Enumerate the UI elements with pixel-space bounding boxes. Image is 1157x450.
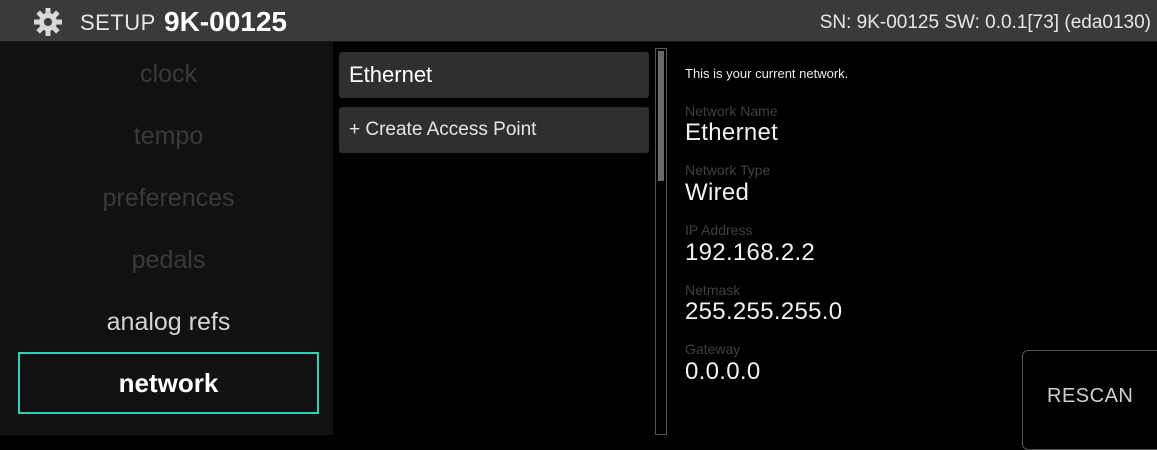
sidebar-item-network[interactable]: network <box>18 352 319 414</box>
gateway-label: Gateway <box>685 341 741 357</box>
gear-icon <box>34 8 62 36</box>
network-type-value: Wired <box>685 179 750 206</box>
device-name: 9K-00125 <box>164 6 287 37</box>
sidebar-item-tempo[interactable]: tempo <box>18 106 319 168</box>
current-network-intro: This is your current network. <box>685 66 849 81</box>
ip-address-label: IP Address <box>685 222 753 238</box>
sidebar-item-analog-refs[interactable]: analog refs <box>18 292 319 354</box>
network-list: Ethernet + Create Access Point <box>333 42 655 435</box>
scrollbar-thumb[interactable] <box>658 51 664 181</box>
network-name-value: Ethernet <box>685 119 779 146</box>
rescan-button[interactable]: RESCAN <box>1022 350 1157 450</box>
header-bar: SETUP 9K-00125 SN: 9K-00125 SW: 0.0.1[73… <box>0 0 1157 42</box>
network-list-scrollbar[interactable] <box>655 48 667 435</box>
sidebar-item-pedals[interactable]: pedals <box>18 230 319 292</box>
network-name-label: Network Name <box>685 103 778 119</box>
setup-title: SETUP <box>80 10 156 35</box>
netmask-value: 255.255.255.0 <box>685 298 843 325</box>
network-type-label: Network Type <box>685 162 771 178</box>
gateway-value: 0.0.0.0 <box>685 358 761 385</box>
settings-sidebar: clock tempo preferences pedals analog re… <box>0 42 333 435</box>
sidebar-item-clock[interactable]: clock <box>18 44 319 106</box>
network-item-ethernet[interactable]: Ethernet <box>339 52 649 98</box>
create-access-point-button[interactable]: + Create Access Point <box>339 107 649 153</box>
ip-address-value: 192.168.2.2 <box>685 239 816 266</box>
netmask-label: Netmask <box>685 282 741 298</box>
serial-software-info: SN: 9K-00125 SW: 0.0.1[73] (eda0130) <box>819 12 1151 33</box>
rescan-label: RESCAN <box>1047 385 1134 407</box>
sidebar-item-preferences[interactable]: preferences <box>18 168 319 230</box>
